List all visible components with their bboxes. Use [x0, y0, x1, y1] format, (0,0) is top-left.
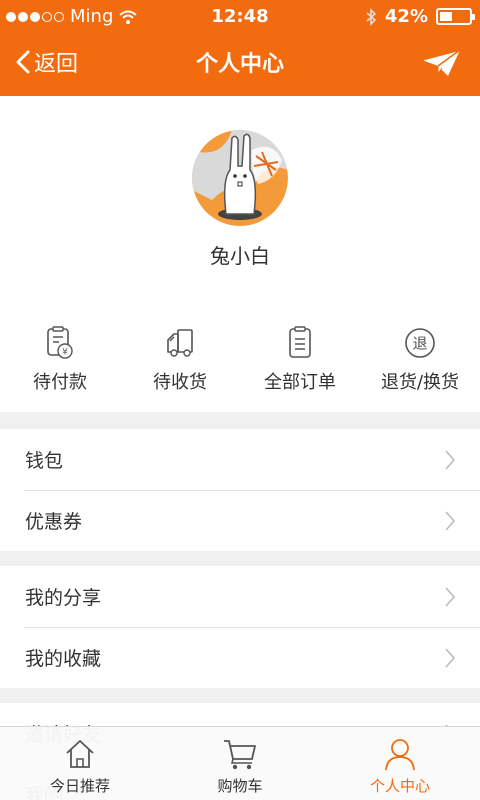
home-icon [66, 740, 94, 768]
menu-item-wallet[interactable]: 钱包 [0, 429, 480, 490]
chevron-right-icon [445, 511, 456, 531]
battery-icon [436, 8, 475, 25]
order-label: 退货/换货 [380, 372, 460, 393]
order-shortcuts: ¥ 待付款 待收货 全部订单 退 退货/换货 [0, 292, 480, 412]
profile-section: 兔小白 [0, 96, 480, 292]
menu-item-label: 钱包 [25, 450, 64, 472]
cart-icon [224, 740, 256, 770]
order-pending-receipt[interactable]: 待收货 [120, 292, 240, 412]
svg-text:退: 退 [412, 335, 427, 353]
avatar[interactable] [192, 130, 288, 226]
menu-item-label: 优惠券 [25, 511, 83, 533]
page-title: 个人中心 [195, 52, 284, 77]
tab-cart[interactable]: 购物车 [160, 727, 320, 800]
return-icon: 退 [405, 328, 435, 358]
order-all[interactable]: 全部订单 [240, 292, 360, 412]
chevron-right-icon [445, 450, 456, 470]
chevron-right-icon [445, 648, 456, 668]
status-bar: Ming 12:48 42% [0, 0, 480, 32]
menu-group-wallet: 钱包 优惠券 [0, 429, 480, 551]
status-right: 42% [365, 6, 475, 27]
menu-item-label: 我的收藏 [25, 648, 102, 670]
tab-recommend[interactable]: 今日推荐 [0, 727, 160, 800]
menu-item-label: 我的分享 [25, 587, 102, 609]
tab-label: 个人中心 [369, 777, 430, 795]
menu-item-my-shares[interactable]: 我的分享 [0, 566, 480, 627]
order-label: 全部订单 [264, 372, 336, 393]
share-button[interactable] [420, 48, 462, 82]
paper-plane-icon [421, 49, 461, 76]
tab-label: 购物车 [217, 777, 263, 795]
order-pending-payment[interactable]: ¥ 待付款 [0, 292, 120, 412]
pending-payment-icon: ¥ [47, 326, 73, 359]
tab-label: 今日推荐 [49, 777, 110, 795]
order-label: 待收货 [153, 372, 207, 393]
menu-item-favorites[interactable]: 我的收藏 [0, 627, 480, 688]
clipboard-list-icon [289, 326, 311, 358]
nav-bar: 返回 个人中心 [0, 32, 480, 96]
battery-level [440, 12, 452, 21]
order-label: 待付款 [33, 372, 87, 393]
svg-text:¥: ¥ [62, 348, 68, 358]
bluetooth-icon [366, 7, 377, 26]
truck-icon [167, 329, 193, 357]
order-returns[interactable]: 退 退货/换货 [360, 292, 480, 412]
top-bar: Ming 12:48 42% 返回 个人中心 [0, 0, 480, 96]
menu-group-share: 我的分享 我的收藏 [0, 566, 480, 688]
tab-bar: 今日推荐 购物车 个人中心 [0, 726, 480, 800]
menu-item-coupons[interactable]: 优惠券 [0, 490, 480, 551]
rabbit-avatar-icon [192, 130, 288, 226]
chevron-right-icon [445, 587, 456, 607]
battery-percent: 42% [384, 6, 428, 27]
tab-profile[interactable]: 个人中心 [320, 727, 480, 800]
user-icon [385, 739, 415, 771]
username: 兔小白 [210, 244, 270, 268]
